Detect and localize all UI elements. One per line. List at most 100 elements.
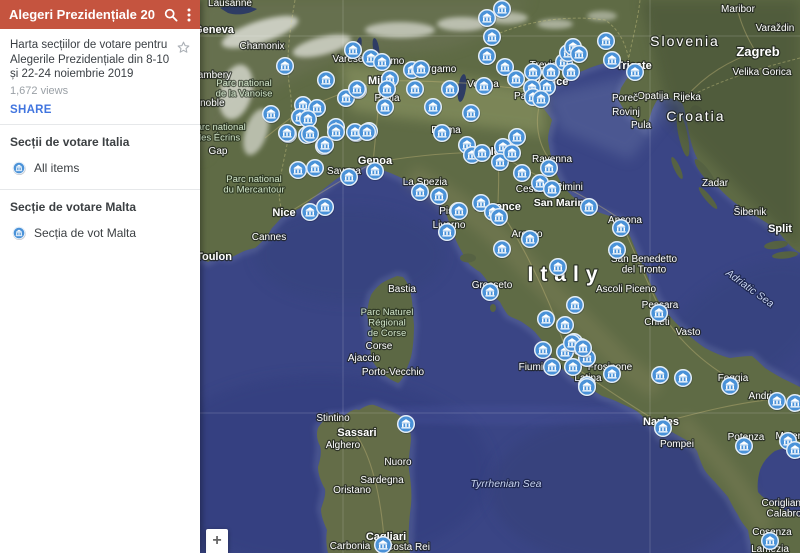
map-label: Lausanne — [208, 0, 252, 9]
map-label: Tyrrhenian Sea — [470, 478, 541, 490]
map-marker[interactable] — [569, 44, 590, 65]
map-marker[interactable] — [261, 104, 282, 125]
map-marker[interactable] — [449, 201, 470, 222]
map-marker[interactable] — [625, 62, 646, 83]
map-title: Alegeri Prezidențiale 20... — [9, 7, 155, 22]
kebab-menu-icon[interactable] — [187, 8, 191, 22]
map-label: Geneva — [200, 24, 235, 36]
map-label: Bastia — [388, 284, 416, 295]
map-label: Rovinj — [612, 107, 640, 118]
map-label: Parc nationaldes Écrins — [200, 122, 246, 144]
map-label: Corse — [366, 341, 393, 352]
poll-station-icon — [12, 226, 26, 241]
zoom-in-button[interactable]: + — [206, 529, 228, 553]
map-marker[interactable] — [480, 282, 501, 303]
map-marker[interactable] — [277, 123, 298, 144]
map-marker[interactable] — [316, 70, 337, 91]
map-marker[interactable] — [440, 79, 461, 100]
map-marker[interactable] — [411, 59, 432, 80]
map-marker[interactable] — [315, 197, 336, 218]
map-marker[interactable] — [542, 179, 563, 200]
map-marker[interactable] — [734, 436, 755, 457]
layer-item-malta[interactable]: Secția de vot Malta — [10, 224, 190, 244]
map-marker[interactable] — [607, 240, 628, 261]
map-marker[interactable] — [477, 46, 498, 67]
map-marker[interactable] — [347, 79, 368, 100]
map-marker[interactable] — [373, 535, 394, 553]
map-marker[interactable] — [539, 158, 560, 179]
star-icon[interactable] — [176, 40, 191, 60]
map-marker[interactable] — [365, 161, 386, 182]
map-marker[interactable] — [305, 158, 326, 179]
map-marker[interactable] — [767, 391, 788, 412]
map-canvas[interactable]: LausanneGenevaChamonixChamberyParc natio… — [200, 0, 800, 553]
map-marker[interactable] — [405, 79, 426, 100]
map-marker[interactable] — [275, 56, 296, 77]
map-marker[interactable] — [377, 79, 398, 100]
map-marker[interactable] — [548, 257, 569, 278]
map-marker[interactable] — [531, 89, 552, 110]
map-label: Maribor — [721, 4, 756, 15]
map-marker[interactable] — [372, 52, 393, 73]
zoom-control[interactable]: + − — [206, 529, 228, 553]
map-label: Zadar — [702, 178, 729, 189]
map-marker[interactable] — [506, 69, 527, 90]
map-marker[interactable] — [423, 97, 444, 118]
map-marker[interactable] — [482, 27, 503, 48]
map-label: Pula — [631, 120, 651, 131]
map-marker[interactable] — [437, 222, 458, 243]
map-marker[interactable] — [720, 376, 741, 397]
map-marker[interactable] — [653, 418, 674, 439]
map-marker[interactable] — [650, 365, 671, 386]
map-marker[interactable] — [611, 218, 632, 239]
map-marker[interactable] — [520, 229, 541, 250]
map-label: Parc national de la Vanoise — [216, 78, 273, 100]
map-marker[interactable] — [649, 303, 670, 324]
map-marker[interactable] — [502, 143, 523, 164]
map-marker[interactable] — [410, 182, 431, 203]
map-label: Pompei — [660, 439, 694, 450]
map-marker[interactable] — [432, 123, 453, 144]
map-marker[interactable] — [536, 309, 557, 330]
map-marker[interactable] — [474, 76, 495, 97]
map-marker[interactable] — [565, 295, 586, 316]
map-label: Zagreb — [736, 44, 779, 59]
layer-title: Secții de votare Italia — [10, 135, 130, 150]
map-marker[interactable] — [375, 97, 396, 118]
map-marker[interactable] — [326, 122, 347, 143]
map-marker[interactable] — [339, 167, 360, 188]
map-marker[interactable] — [542, 357, 563, 378]
map-marker[interactable] — [429, 186, 450, 207]
map-marker[interactable] — [489, 207, 510, 228]
map-label: Vasto — [676, 327, 701, 338]
map-marker[interactable] — [555, 315, 576, 336]
map-marker[interactable] — [533, 340, 554, 361]
map-marker[interactable] — [602, 364, 623, 385]
layer-item-all-items[interactable]: All items — [10, 159, 190, 179]
map-marker[interactable] — [673, 368, 694, 389]
map-marker[interactable] — [760, 531, 781, 552]
map-marker[interactable] — [512, 163, 533, 184]
search-icon[interactable] — [164, 8, 178, 22]
map-marker[interactable] — [602, 50, 623, 71]
map-label: Slovenia — [650, 33, 720, 49]
map-marker[interactable] — [472, 143, 493, 164]
map-label: Cannes — [252, 232, 286, 243]
map-marker[interactable] — [461, 103, 482, 124]
map-marker[interactable] — [343, 40, 364, 61]
share-link[interactable]: SHARE — [10, 104, 190, 116]
map-label: Grenoble — [200, 98, 225, 109]
map-marker[interactable] — [573, 338, 594, 359]
map-marker[interactable] — [492, 239, 513, 260]
map-label: Rijeka — [673, 92, 701, 103]
map-marker[interactable] — [288, 160, 309, 181]
map-marker[interactable] — [396, 414, 417, 435]
map-marker[interactable] — [561, 62, 582, 83]
map-marker[interactable] — [579, 197, 600, 218]
map-marker[interactable] — [477, 8, 498, 29]
map-label: Stintino — [316, 413, 350, 424]
map-marker[interactable] — [596, 31, 617, 52]
layer-item-label: Secția de vot Malta — [34, 226, 137, 241]
map-marker[interactable] — [577, 377, 598, 398]
map-marker[interactable] — [357, 122, 378, 143]
